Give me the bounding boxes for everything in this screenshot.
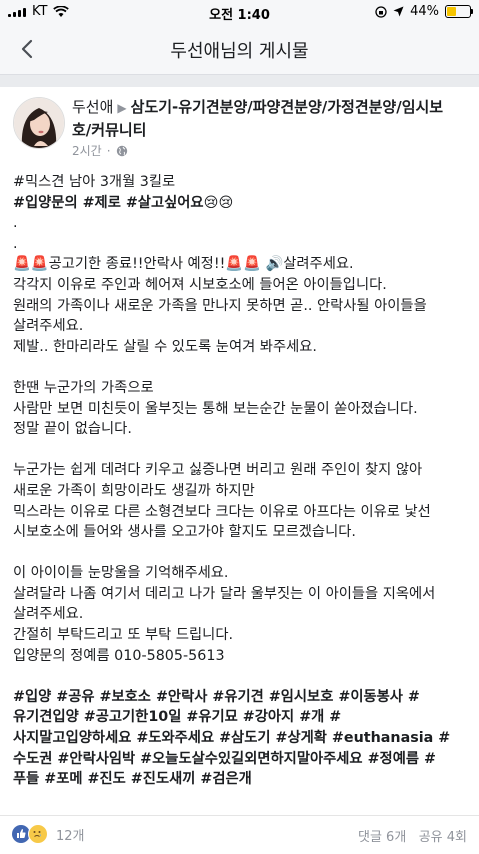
post-text-line: 사람만 보면 미친듯이 울부짓는 통해 보는순간 눈물이 쏟아졌습니다.: [13, 400, 418, 417]
author-name[interactable]: 두선애: [72, 98, 113, 116]
post-body: #믹스견 남아 3개월 3킬로 #입양문의 #제로 #살고싶어요😢😢.. 🚨🚨공고기…: [13, 172, 469, 790]
nav-bar: 두선애님의 게시물: [0, 24, 479, 75]
post-text-line: 🚨🚨공고기한 종료!!안락사 예정!!🚨🚨 🔊살려주세요.: [13, 256, 354, 273]
group-name[interactable]: 삼도기-유기견분양/파양견분양/가정견분양/임시보호/커뮤니티: [72, 98, 443, 139]
share-count[interactable]: 공유 4회: [419, 830, 467, 845]
post-text-line: #믹스견 남아 3개월 3킬로: [13, 174, 176, 190]
battery-percent: 44%: [410, 4, 439, 19]
post-text-line: 각각지 이유로 주인과 헤어져 시보호소에 들어온 아이들입니다.: [13, 276, 387, 293]
post-text-line: 원래의 가족이나 새로운 가족을 만나지 못하면 곧.. 안락사될 아이들을: [13, 297, 427, 314]
post-footer: 12개 댓글 6개 공유 4회: [0, 815, 479, 854]
post-text-line: #입양 #공유 #보호소 #안락사 #유기견 #임시보호 #이동봉사 #: [13, 688, 420, 705]
reactions[interactable]: 12개: [12, 824, 85, 844]
post-text-line: 유기견입양 #공고기한10일 #유기묘 #강아지 #개 #: [13, 709, 342, 726]
post-header: 두선애 ▶ 삼도기-유기견분양/파양견분양/가정견분양/임시보호/커뮤니티 2시간 …: [0, 87, 479, 162]
avatar-image: [14, 98, 64, 148]
post-text-line: .: [13, 215, 18, 232]
sad-reaction-icon: [28, 824, 48, 844]
post-text-line: 간절히 부탁드리고 또 부탁 드립니다.: [13, 627, 234, 644]
post-text-line: 살려주세요.: [13, 318, 84, 335]
post-text-line: 정말 끝이 없습니다.: [13, 421, 132, 438]
post-text-line: 누군가는 쉽게 데려다 키우고 싫증나면 버리고 원래 주인이 찾지 않아: [13, 462, 423, 479]
post-text-line: 한땐 누군가의 가족으로: [13, 379, 154, 396]
post-text-line: 믹스라는 이유로 다른 소형견보다 크다는 이유로 아프다는 이유로 낯선: [13, 503, 431, 520]
post-text-line: 제발.. 한마리라도 살릴 수 있도록 눈여겨 봐주세요.: [13, 338, 317, 355]
status-right: 44%: [375, 4, 473, 19]
post-stats: 댓글 6개 공유 4회: [358, 826, 467, 845]
comment-count[interactable]: 댓글 6개: [358, 830, 406, 845]
location-arrow-icon: [393, 6, 404, 17]
post-text-line: 푸들 #포메 #진도 #진도새끼 #검은개: [13, 771, 252, 788]
post-text-line: 수도권 #안락사임박 #오늘도살수있길외면하지말아주세요 #정예름 #: [13, 750, 436, 767]
page-title: 두선애님의 게시물: [170, 41, 309, 62]
orientation-lock-icon: [375, 5, 387, 18]
globe-icon: [116, 145, 127, 156]
author-line: 두선애 ▶ 삼도기-유기견분양/파양견분양/가정견분양/임시보호/커뮤니티: [72, 96, 462, 141]
post-text-line: 입양문의 정예름 010-5805-5613: [13, 647, 225, 664]
post-text-line: 새로운 가족이 희망이라도 생길까 하지만: [13, 482, 255, 499]
post-meta: 2시간 ·: [72, 142, 128, 159]
battery-icon: [445, 5, 473, 18]
post-text-line: 시보호소에 들어와 생사를 오고가야 할지도 모르겠습니다.: [13, 524, 356, 541]
post-time[interactable]: 2시간: [72, 142, 102, 159]
post-text-line: #입양문의 #제로 #살고싶어요😢😢: [13, 194, 234, 211]
post-text-line: .: [13, 235, 18, 252]
status-bar: KT 오전 1:40 44%: [0, 0, 479, 24]
post-text-line: 살려달라 나좀 여기서 데리고 나가 달라 울부짓는 이 아이들을 지옥에서: [13, 585, 436, 602]
post-text-line: 이 아이이들 눈망울을 기억해주세요.: [13, 565, 229, 582]
post-text-line: 사지말고입양하세요 #도와주세요 #삼도기 #상게확 #euthanasia #: [13, 730, 451, 747]
share-arrow-icon: ▶: [117, 101, 127, 115]
section-divider: [0, 75, 479, 87]
post-text-line: 살려주세요.: [13, 606, 84, 623]
avatar[interactable]: [13, 97, 65, 149]
reaction-count: 12개: [56, 828, 85, 844]
battery-fill: [447, 7, 456, 16]
